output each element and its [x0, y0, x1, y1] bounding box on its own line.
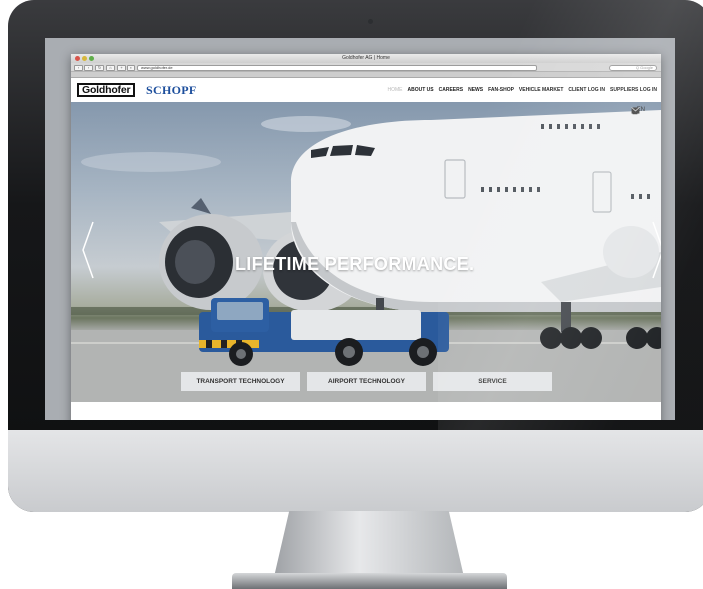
goldhofer-logo[interactable]: Goldhofer: [77, 83, 136, 97]
main-nav: HOME ABOUT US CAREERS NEWS FAN-SHOP VEHI…: [388, 87, 658, 93]
monitor-stand: [274, 511, 464, 577]
hero-headline: LIFETIME PERFORMANCE.: [235, 254, 475, 274]
nav-item-fan-shop[interactable]: FAN-SHOP: [488, 87, 514, 93]
nav-item-news[interactable]: NEWS: [468, 87, 483, 93]
search-input[interactable]: Q Google: [609, 64, 657, 71]
nav-item-about-us[interactable]: ABOUT US: [408, 87, 434, 93]
browser-window: Goldhofer AG | Home ‹ › ↻ ⌂ + ▪ www.gold…: [71, 54, 661, 420]
transport-technology-button[interactable]: TRANSPORT TECHNOLOGY: [181, 372, 300, 391]
nav-item-suppliers-log-in[interactable]: SUPPLIERS LOG IN: [610, 87, 657, 93]
hero-buttons: TRANSPORT TECHNOLOGY AIRPORT TECHNOLOGY …: [181, 372, 552, 391]
add-bookmark-button[interactable]: +: [117, 64, 126, 71]
monitor-chin: [8, 430, 703, 512]
forward-button[interactable]: ›: [84, 64, 93, 71]
monitor-stand-base: [232, 573, 507, 589]
camera: [368, 19, 373, 24]
nav-item-careers[interactable]: CAREERS: [439, 87, 463, 93]
nav-item-vehicle-market[interactable]: VEHICLE MARKET: [519, 87, 563, 93]
back-button[interactable]: ‹: [74, 64, 83, 71]
nav-item-home[interactable]: HOME: [388, 87, 403, 93]
airport-technology-button[interactable]: AIRPORT TECHNOLOGY: [307, 372, 426, 391]
hero-image: [71, 110, 661, 402]
schopf-logo[interactable]: SCHOPF: [146, 83, 196, 98]
screen: Goldhofer AG | Home ‹ › ↻ ⌂ + ▪ www.gold…: [45, 38, 675, 420]
browser-toolbar: ‹ › ↻ ⌂ + ▪ www.goldhofer.de Q Google: [71, 63, 661, 72]
address-bar[interactable]: www.goldhofer.de: [137, 64, 537, 71]
favicon-icon: ▪: [127, 64, 135, 71]
hero-slider: EN LIFETIME PERFORMANCE. TRANSPORT TECHN…: [71, 102, 661, 402]
site-header: Goldhofer SCHOPF HOME ABOUT US CAREERS N…: [71, 78, 661, 102]
home-browser-icon[interactable]: ⌂: [106, 64, 115, 71]
nav-item-client-log-in[interactable]: CLIENT LOG IN: [568, 87, 605, 93]
service-button[interactable]: SERVICE: [433, 372, 552, 391]
window-title: Goldhofer AG | Home: [342, 55, 390, 61]
reload-icon[interactable]: ↻: [95, 64, 104, 71]
browser-titlebar: Goldhofer AG | Home: [71, 54, 661, 63]
hero-utility-icons: EN: [630, 107, 651, 115]
